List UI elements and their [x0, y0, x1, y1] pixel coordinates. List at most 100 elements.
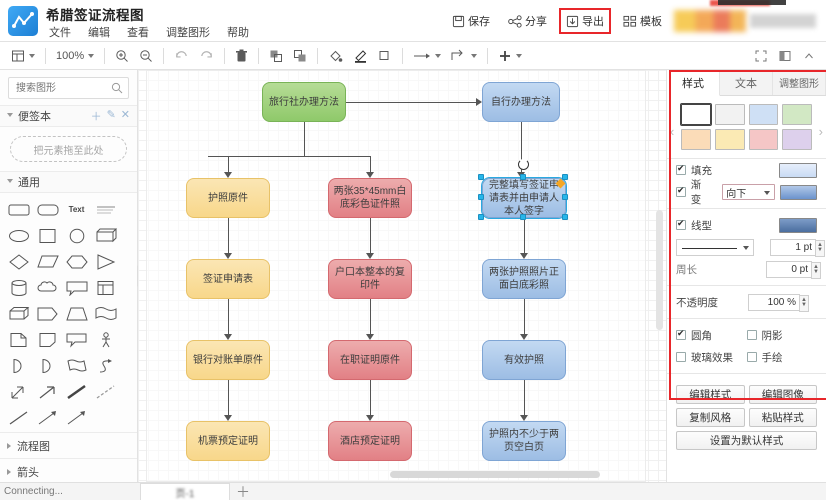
big-arrow-shape[interactable]	[35, 381, 60, 402]
speech-bubble-shape[interactable]	[64, 329, 89, 350]
menu-item-edit[interactable]: 编辑	[86, 23, 112, 41]
half-moon-shape[interactable]	[6, 355, 31, 376]
set-default-style-button[interactable]: 设置为默认样式	[676, 431, 817, 450]
double-arrow-shape[interactable]	[6, 381, 31, 402]
connector-line[interactable]	[227, 299, 229, 334]
zoom-in-button[interactable]	[110, 45, 134, 67]
search-input[interactable]	[14, 78, 114, 98]
flowchart-node[interactable]: 自行办理方法	[482, 82, 560, 122]
tab-arrange[interactable]: 调整图形	[773, 70, 826, 95]
shadow-button[interactable]	[373, 45, 397, 67]
arrow-pentagon-shape[interactable]	[35, 303, 60, 324]
flowchart-node[interactable]: 银行对账单原件	[186, 340, 270, 380]
line-plain-shape[interactable]	[6, 407, 31, 428]
flowchart-node[interactable]: 酒店预定证明	[328, 421, 412, 461]
stepper-arrows-icon[interactable]: ▲ ▼	[811, 261, 821, 279]
stepper-arrows-icon[interactable]: ▲ ▼	[799, 294, 809, 312]
shadow-toggle[interactable]: 阴影	[746, 324, 818, 346]
text-shape[interactable]: Text	[64, 199, 89, 220]
menu-item-view[interactable]: 查看	[125, 23, 151, 41]
selection-handle[interactable]	[562, 174, 568, 180]
line-arrow-shape[interactable]	[35, 407, 60, 428]
glass-checkbox[interactable]	[676, 352, 686, 362]
flowchart-node[interactable]: 护照内不少于两页空白页	[482, 421, 566, 461]
edit-image-button[interactable]: 编辑图像	[748, 385, 817, 404]
parallelogram-shape[interactable]	[35, 251, 60, 272]
gradient-direction-select[interactable]: 向下	[722, 184, 775, 200]
swatch-white[interactable]	[680, 103, 712, 126]
collapse-icon[interactable]	[798, 45, 820, 67]
chevron-right-icon[interactable]: ›	[819, 124, 823, 139]
copy-style-button[interactable]: 复制风格	[676, 408, 745, 427]
connector-line[interactable]	[227, 380, 229, 415]
share-button[interactable]: 分享	[502, 9, 553, 33]
swatch-yellow[interactable]	[714, 129, 745, 150]
connector-line[interactable]	[369, 218, 371, 253]
cloud-shape[interactable]	[35, 277, 60, 298]
insert-button[interactable]	[493, 45, 527, 67]
pencil-icon[interactable]: ✎	[107, 108, 116, 124]
canvas-horizontal-scrollbar[interactable]	[390, 471, 600, 478]
add-page-button[interactable]: ＋	[236, 482, 250, 500]
square-shape[interactable]	[35, 225, 60, 246]
page-tab[interactable]: 页-1	[140, 483, 230, 500]
diagram-canvas[interactable]: 旅行社办理方法 自行办理方法 护照原件 两张35*45mm白底彩色证件照 完整填写签证申…	[138, 70, 666, 482]
send-to-back-button[interactable]	[288, 45, 312, 67]
trapezoid-shape[interactable]	[64, 303, 89, 324]
template-button[interactable]: 模板	[617, 9, 668, 33]
paste-style-button[interactable]: 粘贴样式	[748, 408, 817, 427]
undo-button[interactable]	[169, 45, 194, 67]
d-shape[interactable]	[35, 355, 60, 376]
menu-item-help[interactable]: 帮助	[225, 23, 251, 41]
rounded-rect-2-shape[interactable]	[35, 199, 60, 220]
fill-color-button[interactable]	[323, 45, 348, 67]
box-3d-shape[interactable]	[6, 303, 31, 324]
flowchart-node[interactable]: 户口本整本的复印件	[328, 259, 412, 299]
opacity-stepper[interactable]: 100 % ▲ ▼	[748, 293, 809, 312]
flowchart-node[interactable]: 机票预定证明	[186, 421, 270, 461]
selection-handle[interactable]	[478, 194, 484, 200]
connector-line[interactable]	[369, 380, 371, 415]
connector-line[interactable]	[523, 218, 525, 253]
ellipse-shape[interactable]	[6, 225, 31, 246]
rounded-toggle[interactable]: 圆角	[676, 324, 747, 346]
sketch-toggle[interactable]: 手绘	[746, 346, 818, 368]
flowchart-node[interactable]: 在职证明原件	[328, 340, 412, 380]
rounded-rect-shape[interactable]	[6, 199, 31, 220]
connector-line[interactable]	[523, 299, 525, 334]
selection-handle[interactable]	[520, 214, 526, 220]
callout-shape[interactable]	[64, 277, 89, 298]
swatch-orange[interactable]	[681, 129, 711, 150]
delete-button[interactable]	[230, 45, 253, 67]
menu-item-shape[interactable]: 调整图形	[164, 23, 212, 41]
edit-style-button[interactable]: 编辑样式	[676, 385, 745, 404]
connector-line[interactable]	[346, 101, 476, 103]
connector-line[interactable]	[227, 218, 229, 253]
cylinder-shape[interactable]	[6, 277, 31, 298]
diamond-shape[interactable]	[6, 251, 31, 272]
cube-shape[interactable]	[93, 225, 118, 246]
gradient-checkbox[interactable]	[676, 185, 686, 197]
flowchart-node[interactable]: 护照原件	[186, 178, 270, 218]
canvas-vertical-scrollbar[interactable]	[656, 210, 663, 330]
line-dashed-shape[interactable]	[93, 381, 118, 402]
line-color-swatch[interactable]	[779, 217, 817, 233]
swatch-green[interactable]	[782, 104, 812, 125]
tape-shape[interactable]	[64, 355, 89, 376]
flag-shape[interactable]	[93, 303, 118, 324]
connector-line[interactable]	[208, 155, 370, 157]
selection-handle[interactable]	[562, 194, 568, 200]
plus-icon[interactable]: ＋	[91, 108, 102, 124]
swatch-pink[interactable]	[748, 129, 779, 150]
flowchart-node[interactable]: 有效护照	[482, 340, 566, 380]
connector-style-button[interactable]	[446, 45, 482, 67]
bring-to-front-button[interactable]	[264, 45, 288, 67]
export-button[interactable]: 导出	[559, 8, 611, 34]
fullscreen-icon[interactable]	[750, 45, 772, 67]
glass-toggle[interactable]: 玻璃效果	[676, 346, 747, 368]
textbox-shape[interactable]	[93, 199, 118, 220]
menu-item-file[interactable]: 文件	[47, 23, 73, 41]
table-shape[interactable]	[93, 277, 118, 298]
connector-line[interactable]	[303, 122, 305, 156]
selection-handle[interactable]	[562, 214, 568, 220]
